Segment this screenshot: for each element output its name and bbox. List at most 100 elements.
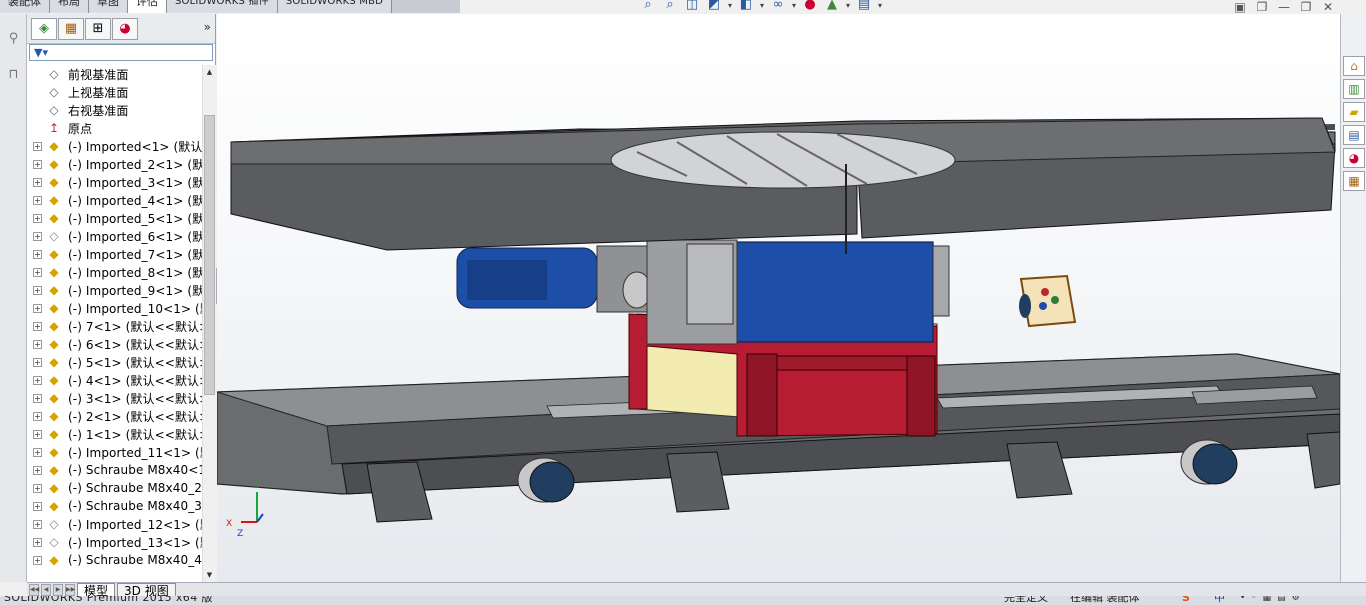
tree-item-component[interactable]: + ◇ (-) Imported_12<1> (默	[27, 515, 202, 533]
solidworks-resources-icon[interactable]: ⌂	[1343, 56, 1365, 76]
tree-item-component[interactable]: + ◆ (-) Schraube M8x40_4	[27, 551, 202, 569]
zoom-to-area-icon[interactable]: ⌕	[660, 0, 680, 14]
tree-item-component[interactable]: + ◆ (-) Schraube M8x40_2<	[27, 479, 202, 497]
tree-item-component[interactable]: + ◆ (-) 3<1> (默认<<默认>	[27, 389, 202, 407]
tree-item-reference[interactable]: ◇ 右视基准面	[27, 101, 202, 119]
restore-icon[interactable]: ❐	[1254, 0, 1270, 14]
expand-icon[interactable]: +	[33, 537, 42, 547]
system-tray-icons[interactable]: •◦▦▤⚙	[1240, 596, 1306, 603]
tree-item-reference[interactable]: ↥ 原点	[27, 119, 202, 137]
tab-3d-views[interactable]: 3D 视图	[117, 582, 176, 598]
view-palette-icon[interactable]: ▤	[1343, 125, 1365, 145]
tree-filter[interactable]: ▼▾	[29, 44, 213, 61]
chevron-down-icon[interactable]: ▾	[758, 0, 766, 14]
display-manager-tab-icon[interactable]: ◕	[112, 17, 138, 40]
expand-icon[interactable]: +	[33, 195, 42, 205]
chevron-down-icon[interactable]: ▾	[844, 0, 852, 14]
tab-sketch[interactable]: 草图	[89, 0, 128, 13]
feature-tree-tab-icon[interactable]: ◈	[31, 17, 57, 40]
tree-item-component[interactable]: + ◆ (-) Imported_11<1> (默	[27, 443, 202, 461]
tree-item-component[interactable]: + ◆ (-) 4<1> (默认<<默认>	[27, 371, 202, 389]
expand-icon[interactable]: +	[33, 357, 42, 367]
tree-item-component[interactable]: + ◆ (-) Imported_4<1> (默认	[27, 191, 202, 209]
prev-tab-icon[interactable]: ◀	[41, 583, 51, 596]
expand-icon[interactable]: +	[33, 555, 42, 565]
first-tab-icon[interactable]: ◀◀	[29, 583, 39, 596]
previous-view-icon[interactable]: ◫	[682, 0, 702, 14]
maximize-icon[interactable]: ❐	[1298, 0, 1314, 14]
scroll-thumb[interactable]	[204, 115, 215, 395]
expand-icon[interactable]: +	[33, 159, 42, 169]
property-manager-tab-icon[interactable]: ▦	[58, 17, 84, 40]
zoom-to-fit-icon[interactable]: ⌕	[638, 0, 658, 14]
scroll-up-icon[interactable]: ▲	[203, 65, 216, 79]
expand-icon[interactable]: +	[33, 411, 42, 421]
chevron-down-icon[interactable]: ▾	[726, 0, 734, 14]
next-tab-icon[interactable]: ▶	[53, 583, 63, 596]
tree-item-component[interactable]: + ◆ (-) Imported_5<1> (默认	[27, 209, 202, 227]
expand-icon[interactable]: +	[33, 393, 42, 403]
reference-icon[interactable]: ⊓	[0, 64, 27, 86]
expand-icon[interactable]: +	[33, 213, 42, 223]
expand-icon[interactable]: +	[33, 231, 42, 241]
tree-item-reference[interactable]: ◇ 前视基准面	[27, 65, 202, 83]
view-orientation-icon[interactable]: ◧	[736, 0, 756, 14]
tab-model[interactable]: 模型	[77, 582, 116, 598]
expand-icon[interactable]: +	[33, 375, 42, 385]
display-style-icon[interactable]: ∞	[768, 0, 788, 14]
tab-solidworks-mbd[interactable]: SOLIDWORKS MBD	[277, 0, 393, 13]
view-settings-icon[interactable]: ▤	[854, 0, 874, 14]
expand-icon[interactable]: +	[33, 483, 42, 493]
tree-item-component[interactable]: + ◇ (-) Imported_13<1> (默	[27, 533, 202, 551]
tree-item-component[interactable]: + ◆ (-) 7<1> (默认<<默认>	[27, 317, 202, 335]
file-explorer-icon[interactable]: ▰	[1343, 102, 1365, 122]
tree-item-component[interactable]: + ◆ (-) Schraube M8x40_3<	[27, 497, 202, 515]
apply-scene-icon[interactable]: ▲	[822, 0, 842, 14]
tree-item-component[interactable]: + ◆ (-) 6<1> (默认<<默认>	[27, 335, 202, 353]
tree-item-component[interactable]: + ◆ (-) Imported<1> (默认	[27, 137, 202, 155]
custom-properties-icon[interactable]: ▦	[1343, 171, 1365, 191]
graphics-area[interactable]: Y X Z	[217, 14, 1340, 582]
chevron-down-icon[interactable]: ▾	[876, 0, 884, 14]
expand-icon[interactable]: +	[33, 141, 42, 151]
tab-solidworks-addins[interactable]: SOLIDWORKS 插件	[167, 0, 278, 13]
chevron-down-icon[interactable]: ▾	[790, 0, 798, 14]
tree-item-component[interactable]: + ◆ (-) Imported_2<1> (默认	[27, 155, 202, 173]
expand-icon[interactable]: +	[33, 249, 42, 259]
last-tab-icon[interactable]: ▶▶	[65, 583, 75, 596]
tree-item-component[interactable]: + ◆ (-) Schraube M8x40<1	[27, 461, 202, 479]
expand-icon[interactable]: +	[33, 339, 42, 349]
appearances-icon[interactable]: ◕	[1343, 148, 1365, 168]
sogou-ime-icon[interactable]: S	[1182, 596, 1190, 603]
expand-icon[interactable]: +	[33, 429, 42, 439]
tile-icon[interactable]: ▣	[1232, 0, 1248, 14]
tree-item-component[interactable]: + ◇ (-) Imported_6<1> (默认	[27, 227, 202, 245]
scroll-down-icon[interactable]: ▼	[203, 568, 216, 582]
expand-icon[interactable]: +	[33, 177, 42, 187]
tree-item-component[interactable]: + ◆ (-) Imported_8<1> (默认	[27, 263, 202, 281]
expand-icon[interactable]: +	[33, 501, 42, 511]
expand-icon[interactable]: +	[33, 267, 42, 277]
expand-icon[interactable]: +	[33, 465, 42, 475]
tree-item-component[interactable]: + ◆ (-) Imported_9<1> (默认	[27, 281, 202, 299]
expand-panel-icon[interactable]: »	[204, 20, 211, 34]
expand-icon[interactable]: +	[33, 285, 42, 295]
edit-appearance-icon[interactable]: ●	[800, 0, 820, 14]
expand-icon[interactable]: +	[33, 447, 42, 457]
tree-item-component[interactable]: + ◆ (-) Imported_7<1> (默认	[27, 245, 202, 263]
tab-evaluate[interactable]: 评估	[128, 0, 167, 13]
close-icon[interactable]: ✕	[1320, 0, 1336, 14]
tree-item-component[interactable]: + ◆ (-) 1<1> (默认<<默认>	[27, 425, 202, 443]
tree-item-component[interactable]: + ◆ (-) 2<1> (默认<<默认>	[27, 407, 202, 425]
tab-layout[interactable]: 布局	[50, 0, 89, 13]
minimize-icon[interactable]: —	[1276, 0, 1292, 14]
expand-icon[interactable]: +	[33, 519, 42, 529]
mate-icon[interactable]: ⚲	[0, 28, 27, 50]
tree-item-component[interactable]: + ◆ (-) Imported_3<1> (默认	[27, 173, 202, 191]
configuration-manager-tab-icon[interactable]: ⊞	[85, 17, 111, 40]
tree-item-component[interactable]: + ◆ (-) 5<1> (默认<<默认>	[27, 353, 202, 371]
tree-item-component[interactable]: + ◆ (-) Imported_10<1> (默	[27, 299, 202, 317]
expand-icon[interactable]: +	[33, 303, 42, 313]
feature-tree-scrollbar[interactable]: ▲ ▼	[202, 65, 216, 582]
design-library-icon[interactable]: ▥	[1343, 79, 1365, 99]
